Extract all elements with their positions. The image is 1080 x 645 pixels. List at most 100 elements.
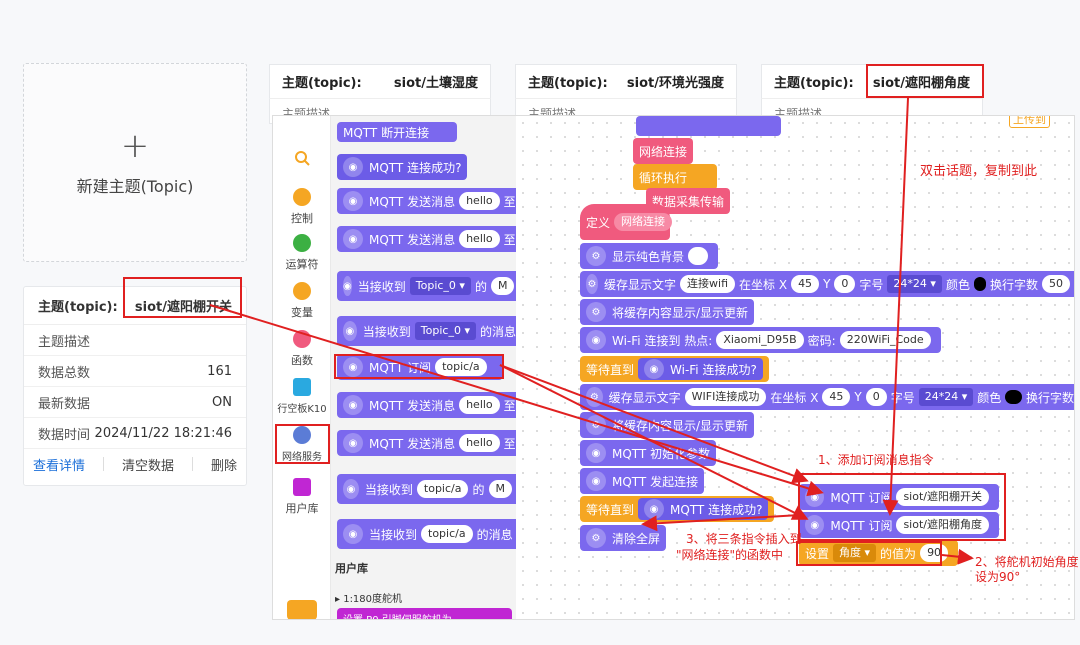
palette-block[interactable]: ◉ MQTT 连接成功? [337, 154, 468, 180]
palette-block[interactable]: ◉ MQTT 发送消息 hello 至 [337, 392, 516, 418]
block-field[interactable]: siot/遮阳棚角度 [896, 516, 989, 534]
block-text: MQTT 订阅 [369, 360, 432, 375]
topic-card-light[interactable]: 主题(topic): siot/环境光强度 [515, 64, 737, 98]
chip-icon [293, 378, 311, 396]
block-field[interactable]: topic/a [416, 480, 469, 498]
workspace-block[interactable]: ◉ MQTT 初始化参数 [580, 440, 717, 466]
block-field[interactable]: 45 [822, 388, 851, 406]
workspace-block[interactable]: ⚙ 将缓存内容显示/显示更新 [580, 412, 755, 438]
workspace-block[interactable]: ⚙ 清除全屏 [580, 525, 667, 551]
condition-block[interactable]: ◉ Wi-Fi 连接成功? [638, 358, 763, 380]
palette-block[interactable]: MQTT 断开连接 [337, 122, 457, 142]
color-swatch[interactable] [1005, 390, 1022, 404]
divider [102, 457, 104, 471]
block-dropdown[interactable]: Topic_0 ▾ [409, 277, 471, 295]
workspace-block[interactable]: ⚙ 缓存显示文字 WIFI连接成功 在坐标 X 45 Y 0 字号 24*24 ▾ 颜色 换行字数 [580, 384, 1074, 410]
block-field[interactable]: hello [459, 230, 500, 248]
workspace-block[interactable]: ◉ Wi-Fi 连接到 热点: Xiaomi_D95B 密码: 220WiFi_Code [580, 327, 941, 353]
workspace-block[interactable]: 等待直到 ◉ Wi-Fi 连接成功? [580, 356, 769, 382]
new-topic-card[interactable]: + 新建主题(Topic) [23, 63, 247, 262]
palette-block[interactable]: ◉ MQTT 发送消息 hello 至 [337, 226, 516, 252]
condition-block[interactable]: ◉ MQTT 连接成功? [638, 498, 769, 520]
category-control[interactable]: 控制 [273, 188, 331, 226]
topic-card-angle[interactable]: 主题(topic): siot/遮阳棚角度 [761, 64, 983, 98]
block-field[interactable]: 0 [865, 388, 887, 406]
topic-key: 主题(topic): [38, 300, 118, 315]
wifi-icon: ◉ [644, 359, 665, 379]
workspace-block[interactable]: 设置 角度 ▾ 的值为 90 [799, 540, 959, 566]
new-topic-label: 新建主题(Topic) [76, 176, 194, 196]
define-block[interactable]: 定义 网络连接 [580, 204, 673, 240]
block-text: 缓存显示文字 [604, 277, 677, 292]
block-dropdown[interactable]: 24*24 ▾ [887, 275, 942, 293]
topic-key: 主题(topic): [528, 76, 608, 91]
workspace-block[interactable]: ◉ MQTT 发起连接 [580, 468, 705, 494]
block-text: 至 [503, 436, 516, 451]
category-operators[interactable]: 运算符 [273, 234, 331, 272]
category-variables[interactable]: 变量 [273, 282, 331, 320]
block-field[interactable]: 45 [791, 275, 820, 293]
block-text: 至 [503, 398, 516, 413]
block-field[interactable]: M [488, 480, 512, 498]
workspace-block[interactable]: ⚙ 缓存显示文字 连接wifi 在坐标 X 45 Y 0 字号 24*24 ▾ 颜色 换行字数 50 [580, 271, 1074, 297]
palette-block[interactable]: ◉ 当接收到 Topic_0 ▾ 的 M [337, 271, 516, 301]
category-functions[interactable]: 函数 [273, 330, 331, 368]
delete-button[interactable]: 删除 [211, 455, 237, 474]
block-field[interactable]: siot/遮阳棚开关 [896, 488, 989, 506]
upload-button[interactable]: 上传到 [1009, 116, 1050, 128]
block-dropdown[interactable]: 角度 ▾ [833, 544, 877, 562]
block-field[interactable]: M [490, 277, 515, 295]
workspace-block[interactable]: ⚙ 将缓存内容显示/显示更新 [580, 299, 755, 325]
servo-lib-item[interactable]: ▸ 1:180度舵机 [335, 590, 402, 605]
category-k10[interactable]: 行空板K10 [273, 378, 331, 415]
block-field[interactable]: 90 [920, 544, 949, 562]
block-field[interactable]: hello [459, 396, 500, 414]
block-palette: MQTT 断开连接 ◉ MQTT 连接成功? ◉ MQTT 发送消息 hello 至 ◉… [331, 116, 516, 619]
workspace-block[interactable]: 循环执行 [633, 164, 717, 190]
block-field[interactable]: 50 [1041, 275, 1070, 293]
block-field[interactable]: topic/a [421, 525, 473, 543]
block-field[interactable]: topic/a [435, 358, 487, 376]
detail-row: 主题描述 [24, 325, 246, 356]
workspace-block[interactable]: ⚙ 显示纯色背景 [580, 243, 719, 269]
topic-card-soil[interactable]: 主题(topic): siot/土壤湿度 [269, 64, 491, 98]
search-icon[interactable] [273, 150, 331, 169]
block-field[interactable]: 网络连接 [614, 213, 673, 231]
wifi-icon: ◉ [586, 443, 606, 463]
workspace-block[interactable]: ◉ MQTT 订阅 siot/遮阳棚角度 [799, 512, 999, 538]
category-userlib[interactable]: 用户库 [273, 478, 331, 516]
palette-block[interactable]: ◉ 当接收到 topic/a 的 M [337, 474, 516, 504]
color-swatch[interactable] [973, 277, 986, 291]
palette-block[interactable]: 设置 P0 引脚伺服舵机为 [337, 608, 512, 619]
block-field[interactable]: Xiaomi_D95B [716, 331, 804, 349]
palette-block[interactable]: ◉ MQTT 发送消息 hello 至 [337, 188, 516, 214]
palette-block[interactable]: ◉ MQTT 订阅 topic/a [337, 354, 503, 380]
category-network[interactable]: 网络服务 [273, 426, 331, 463]
block-field[interactable]: 220WiFi_Code [839, 331, 931, 349]
workspace-block[interactable]: ◉ MQTT 订阅 siot/遮阳棚开关 [799, 484, 999, 510]
block-text: 当接收到 [357, 279, 406, 294]
block-field[interactable]: WIFI连接成功 [684, 388, 767, 406]
category-dot [293, 282, 311, 300]
block-dropdown[interactable]: Topic_0 ▾ [414, 322, 476, 340]
view-details-link[interactable]: 查看详情 [33, 455, 85, 474]
block-field[interactable]: hello [459, 434, 500, 452]
block-field[interactable]: 0 [834, 275, 856, 293]
stage-icon[interactable] [287, 600, 317, 619]
block-dropdown[interactable]: 24*24 ▾ [918, 388, 974, 406]
row-value: ON [212, 394, 232, 410]
topic-name[interactable]: siot/遮阳棚开关 [135, 296, 232, 315]
workspace-block[interactable]: 等待直到 ◉ MQTT 连接成功? [580, 496, 775, 522]
palette-block[interactable]: ◉ 当接收到 topic/a 的消息 [337, 519, 516, 549]
workspace-block[interactable] [636, 116, 781, 136]
workspace-block[interactable]: 网络连接 [633, 138, 694, 164]
block-field[interactable]: 连接wifi [680, 275, 736, 293]
annotation-step1: 1、添加订阅消息指令 [818, 453, 934, 467]
palette-block[interactable]: ◉ MQTT 发送消息 hello 至 [337, 430, 516, 456]
category-label: 用户库 [285, 502, 319, 515]
block-field[interactable]: hello [459, 192, 500, 210]
category-label: 网络服务 [282, 452, 322, 463]
block-field[interactable] [688, 247, 709, 265]
palette-block[interactable]: ◉ 当接收到 Topic_0 ▾ 的消息 [337, 316, 516, 346]
clear-data-button[interactable]: 清空数据 [122, 455, 174, 474]
